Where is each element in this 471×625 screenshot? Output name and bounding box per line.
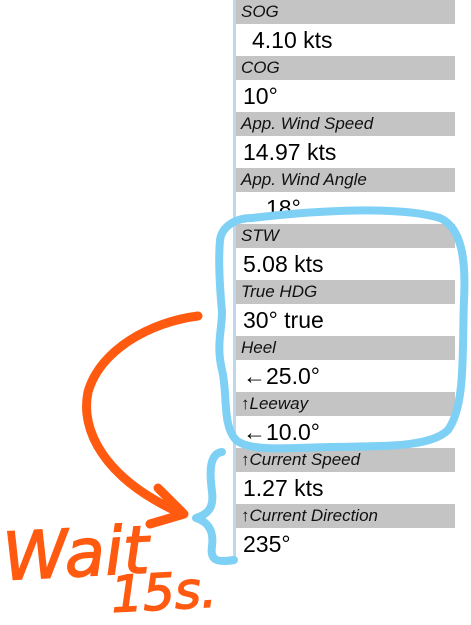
curved-arrow-icon bbox=[82, 311, 203, 517]
instrument-stw: STW 5.08 kts bbox=[236, 224, 455, 280]
instrument-label: App. Wind Speed bbox=[236, 112, 455, 136]
instrument-label: ↑Leeway bbox=[236, 392, 455, 416]
instrument-label: ↑Current Speed bbox=[236, 448, 455, 472]
instrument-label: True HDG bbox=[236, 280, 455, 304]
instrument-value: 4.10 kts bbox=[252, 27, 333, 53]
arrowhead-icon bbox=[145, 483, 189, 529]
curly-brace-icon bbox=[192, 448, 238, 566]
instrument-leeway: ↑Leeway ←10.0° bbox=[236, 392, 455, 448]
instrument-cog: COG 10° bbox=[236, 56, 455, 112]
instrument-value: 1.27 kts bbox=[243, 475, 324, 501]
instrument-panel: SOG 4.10 kts COG 10° App. Wind Speed 14.… bbox=[233, 0, 455, 562]
instrument-current-direction: ↑Current Direction 235° bbox=[236, 504, 455, 560]
instrument-value: 14.97 kts bbox=[243, 139, 337, 165]
instrument-value: 30° true bbox=[243, 307, 324, 333]
instrument-app-wind-angle: App. Wind Angle 18°← bbox=[236, 168, 455, 224]
instrument-label: App. Wind Angle bbox=[236, 168, 455, 192]
instrument-value: 18°← bbox=[266, 195, 324, 221]
instrument-current-speed: ↑Current Speed 1.27 kts bbox=[236, 448, 455, 504]
instrument-heel: Heel ←25.0° bbox=[236, 336, 455, 392]
instrument-label: SOG bbox=[236, 0, 455, 24]
instrument-sog: SOG 4.10 kts bbox=[236, 0, 455, 56]
instrument-value: 5.08 kts bbox=[243, 251, 324, 277]
handwritten-15s-text: 15s. bbox=[110, 561, 218, 624]
instrument-label: STW bbox=[236, 224, 455, 248]
instrument-true-hdg: True HDG 30° true bbox=[236, 280, 455, 336]
instrument-value: ←10.0° bbox=[243, 419, 320, 445]
instrument-label: ↑Current Direction bbox=[236, 504, 455, 528]
instrument-value: 10° bbox=[243, 83, 278, 109]
instrument-app-wind-speed: App. Wind Speed 14.97 kts bbox=[236, 112, 455, 168]
handwritten-wait-text: Wait bbox=[1, 511, 153, 596]
instrument-value: ←25.0° bbox=[243, 363, 320, 389]
instrument-label: COG bbox=[236, 56, 455, 80]
instrument-value: 235° bbox=[243, 531, 291, 557]
instrument-label: Heel bbox=[236, 336, 455, 360]
